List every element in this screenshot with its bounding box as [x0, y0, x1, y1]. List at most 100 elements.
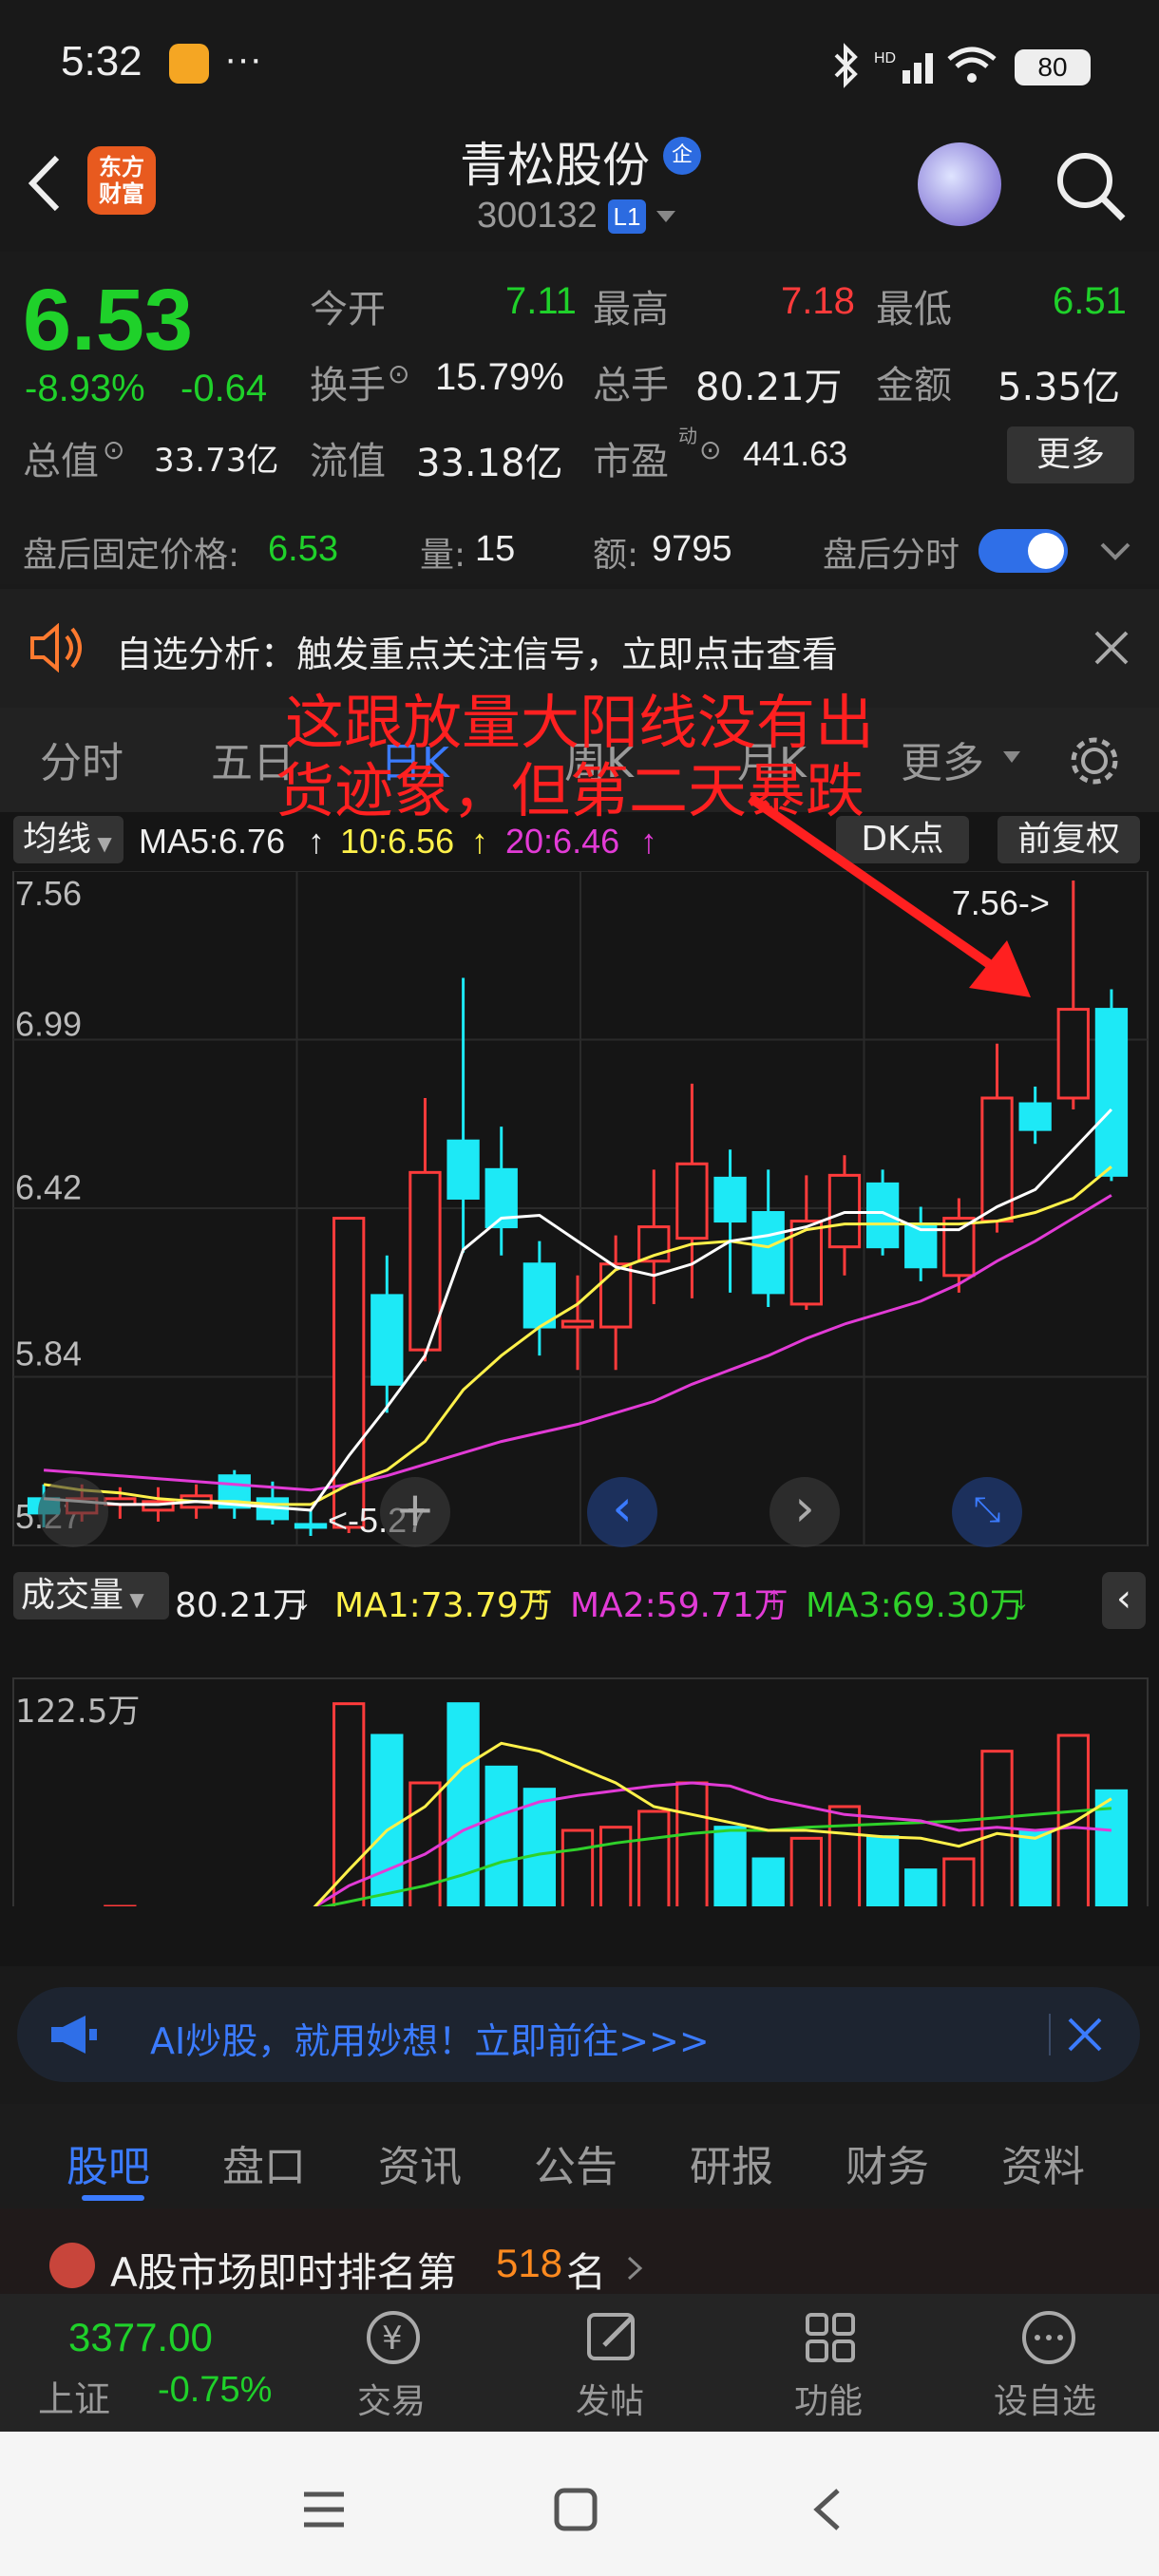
prev-button[interactable]: ‹ [587, 1477, 657, 1547]
price-tick-label: 6.99 [15, 1005, 82, 1044]
volume-tick-label: 122.5万 [15, 1693, 140, 1731]
add-watchlist-label[interactable]: 设自选 [994, 2374, 1096, 2423]
back-arrow-icon[interactable] [21, 150, 68, 217]
after-fixed-label: 盘后固定价格: [23, 536, 240, 575]
change-value: -0.64 [180, 368, 268, 409]
system-nav-bar [0, 2432, 1159, 2576]
chevron-down-icon[interactable] [1098, 539, 1132, 563]
zoom-out-button[interactable]: + [380, 1477, 450, 1547]
volume-bar [751, 1857, 785, 1906]
tab-news[interactable]: 资讯 [378, 2132, 462, 2193]
post-edit-icon[interactable] [581, 2307, 642, 2368]
volume-bar [713, 1826, 747, 1906]
logo-line1: 东方 [99, 154, 144, 180]
pe-dynamic-mark: 动 [678, 425, 697, 447]
wifi-icon [947, 47, 997, 83]
candle-body [942, 1217, 976, 1278]
functions-grid-icon[interactable] [800, 2307, 861, 2368]
vol-ma2-legend: MA2:59.71万 [570, 1586, 788, 1625]
tab-finance[interactable]: 财务 [846, 2132, 929, 2193]
candle-body [675, 1162, 709, 1241]
turnover-value: 15.79% [435, 356, 564, 398]
trade-label[interactable]: 交易 [357, 2374, 426, 2423]
add-watchlist-icon[interactable] [1018, 2307, 1079, 2368]
tab-more-caret-icon[interactable] [1001, 749, 1022, 765]
rank-chart-icon [49, 2243, 95, 2288]
after-hours-toggle[interactable] [978, 529, 1068, 573]
more-button[interactable]: 更多 [1007, 426, 1134, 483]
stock-name[interactable]: 青松股份 [460, 127, 650, 196]
mktcap-value: 33.73亿 [154, 442, 279, 480]
candle-body [1094, 1008, 1129, 1177]
price-tick-label: 5.84 [15, 1334, 82, 1373]
speaker-icon [30, 623, 82, 672]
ma-selector[interactable]: 均线 ▼ [13, 816, 124, 863]
settings-gear-icon[interactable] [1066, 732, 1123, 789]
candle-body [522, 1262, 557, 1329]
ma-caret-icon: ▼ [91, 832, 112, 855]
vol-ma2-arrow-icon: ↑ [766, 1578, 783, 1617]
rank-number: 518 [496, 2241, 563, 2285]
mktcap-info-icon: ⊙ [103, 435, 125, 464]
home-icon[interactable] [553, 2487, 598, 2532]
menu-icon[interactable] [300, 2489, 348, 2530]
volume-value: 80.21万 [695, 366, 843, 409]
status-bar: 5:32 ··· HD 80 [0, 0, 1159, 133]
robot-assistant-icon[interactable] [918, 142, 1001, 226]
tab-announcements[interactable]: 公告 [534, 2132, 618, 2193]
trade-yen-icon[interactable]: ¥ [363, 2307, 424, 2368]
candle-body [560, 1319, 595, 1329]
chart-left-control[interactable] [38, 1477, 108, 1547]
tab-profile[interactable]: 资料 [1001, 2132, 1085, 2193]
after-amt-label: 额: [593, 536, 639, 575]
volume-bar [332, 1702, 366, 1906]
turnover-label: 换手 [310, 364, 386, 407]
quote-panel: 6.53 -8.93% -0.64 今开 7.11 最高 7.18 最低 6.5… [0, 252, 1159, 527]
tab-pankou[interactable]: 盘口 [222, 2132, 306, 2193]
chevron-right-icon [627, 2256, 643, 2281]
volume-arrow-icon: ↓ [294, 1578, 312, 1617]
rank-row[interactable]: A股市场即时排名第 518 名 [0, 2208, 1159, 2296]
enterprise-badge-icon: 企 [663, 137, 701, 175]
index-name: 上证 [38, 2378, 111, 2420]
volume-selector[interactable]: 成交量 ▼ [13, 1572, 169, 1619]
tab-research[interactable]: 研报 [690, 2132, 773, 2193]
close-icon[interactable] [1092, 629, 1130, 667]
level-badge[interactable]: L1 [608, 199, 646, 234]
volume-legend-value: 80.21万 [175, 1586, 308, 1625]
index-value[interactable]: 3377.00 [68, 2315, 213, 2360]
last-price: 6.53 [23, 272, 194, 369]
notice-text: 自选分析：触发重点关注信号，立即点击查看 [116, 634, 839, 675]
battery-icon: 80 [1015, 49, 1091, 85]
banner-close-icon[interactable] [1066, 2016, 1104, 2054]
vol-ma1-legend: MA1:73.79万 [334, 1586, 553, 1625]
ai-banner[interactable]: AI炒股，就用妙想！立即前往>>> [17, 1987, 1140, 2082]
system-back-icon[interactable] [808, 2485, 846, 2534]
turnover-info-icon: ⊙ [388, 359, 410, 388]
post-label[interactable]: 发帖 [576, 2374, 644, 2423]
bluetooth-icon [834, 43, 858, 88]
collapse-panel-icon[interactable]: ‹ [1102, 1572, 1146, 1629]
open-value: 7.11 [505, 280, 577, 322]
open-label: 今开 [310, 288, 386, 331]
dropdown-caret-icon[interactable] [654, 207, 678, 226]
next-button[interactable]: › [770, 1477, 840, 1547]
vol-ma3-legend: MA3:69.30万 [806, 1586, 1024, 1625]
svg-text:HD: HD [874, 50, 896, 66]
banner-divider [1049, 2014, 1051, 2055]
rank-suffix: 名 [566, 2249, 607, 2296]
price-tick-label: 6.42 [15, 1167, 82, 1206]
eastmoney-logo[interactable]: 东方 财富 [87, 146, 156, 215]
tab-guba[interactable]: 股吧 [66, 2132, 150, 2193]
candle-body [1018, 1102, 1052, 1131]
volume-bar [637, 1809, 671, 1906]
volume-bar [789, 1836, 823, 1906]
tab-intraday[interactable]: 分时 [40, 729, 124, 789]
kline-svg[interactable]: 7.566.996.425.845.277.56-><-5.27122.5万20… [0, 871, 1159, 1906]
banner-text: AI炒股，就用妙想！立即前往>>> [150, 2020, 710, 2062]
fullscreen-icon[interactable]: ⤡ [952, 1477, 1022, 1547]
search-icon[interactable] [1053, 148, 1129, 224]
functions-label[interactable]: 功能 [794, 2374, 863, 2423]
volume-selector-label: 成交量 [21, 1576, 124, 1615]
info-tabs: 股吧 盘口 资讯 公告 研报 财务 资料 [0, 2104, 1159, 2208]
